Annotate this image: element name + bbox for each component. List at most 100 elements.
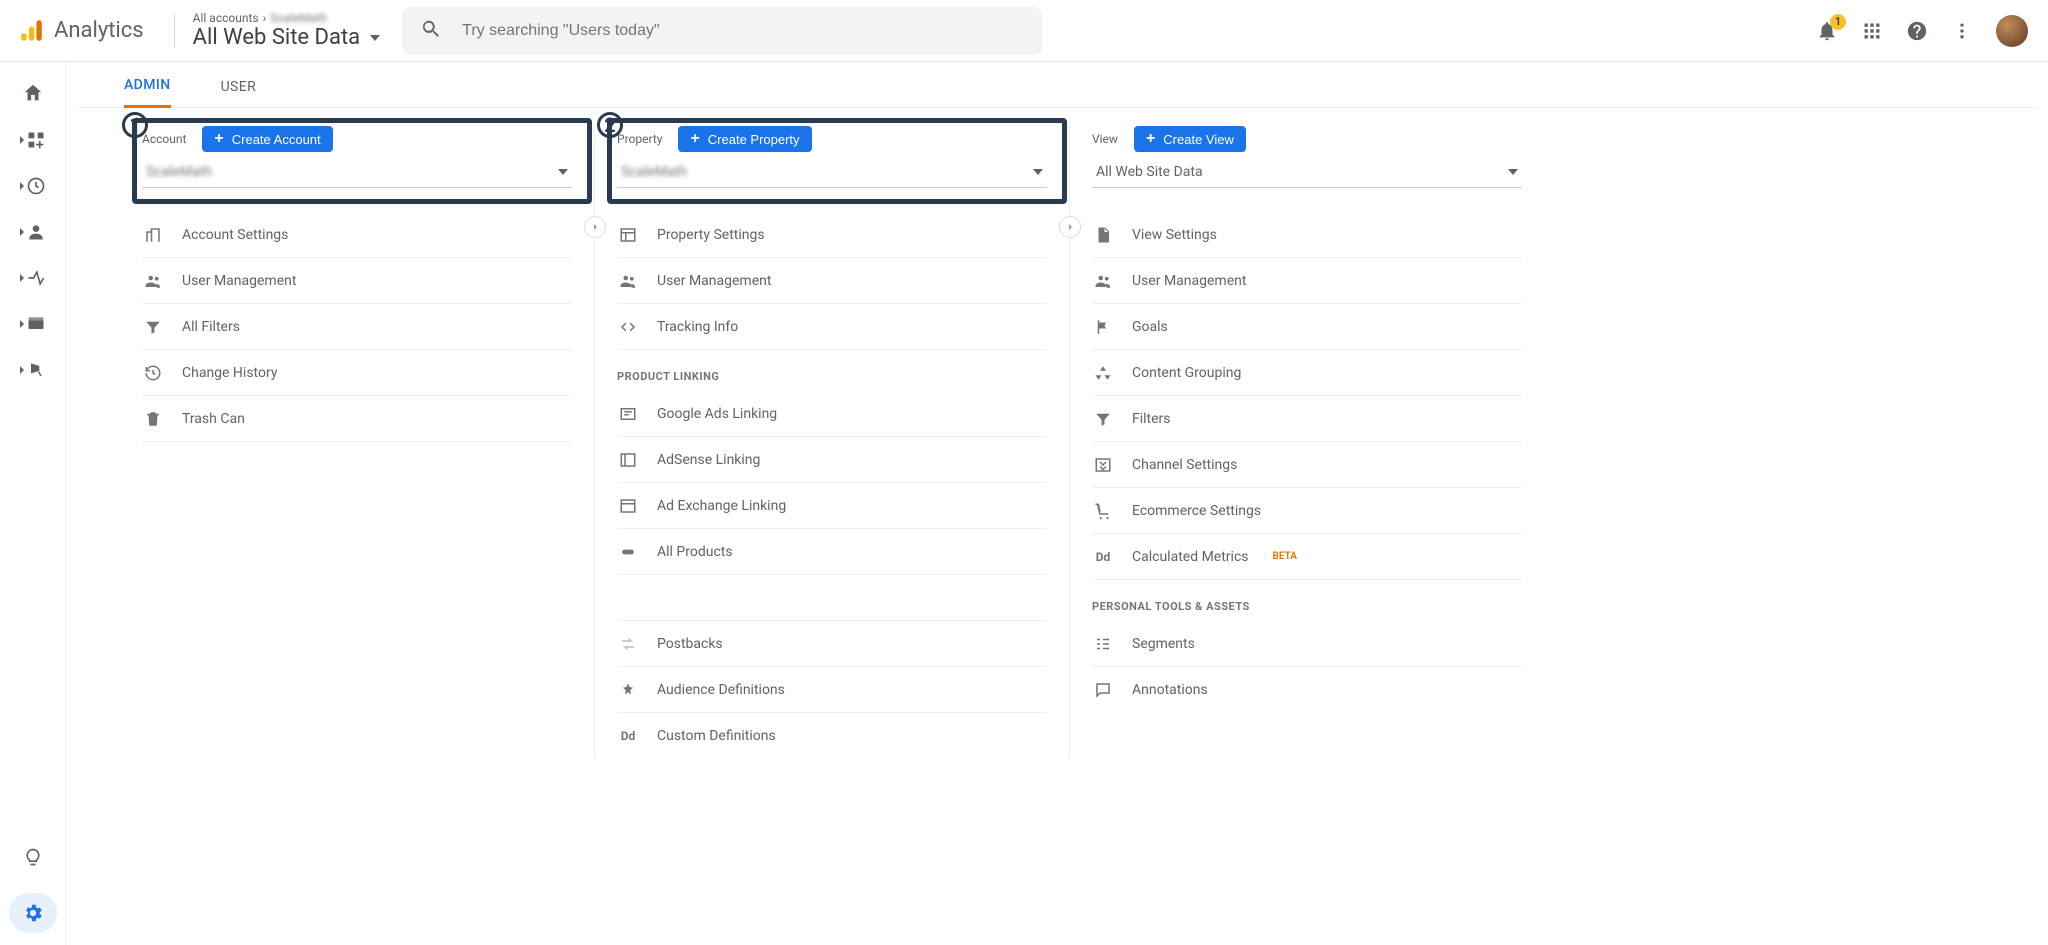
list-item-label: Change History — [182, 365, 277, 381]
list-item-label: All Products — [657, 544, 733, 560]
nav-customization[interactable] — [20, 130, 46, 150]
account-change-history[interactable]: Change History — [142, 350, 572, 396]
apps-button[interactable] — [1862, 21, 1882, 41]
search-bar[interactable] — [402, 7, 1042, 55]
adsense-linking[interactable]: AdSense Linking — [617, 437, 1047, 483]
cart-icon — [1092, 502, 1114, 520]
postbacks[interactable]: Postbacks — [617, 621, 1047, 667]
chevron-down-icon — [1508, 169, 1518, 175]
view-annotations[interactable]: Annotations — [1092, 667, 1522, 713]
transfer-right-icon[interactable] — [1059, 216, 1081, 238]
account-all-filters[interactable]: All Filters — [142, 304, 572, 350]
plus-icon: + — [690, 131, 699, 147]
blank-row — [617, 575, 1047, 621]
help-button[interactable] — [1906, 20, 1928, 42]
view-selected: All Web Site Data — [1096, 164, 1203, 180]
adexchange-icon — [617, 497, 639, 515]
view-channel-settings[interactable]: Channel Settings — [1092, 442, 1522, 488]
chevron-down-icon — [1033, 169, 1043, 175]
create-view-button[interactable]: + Create View — [1134, 126, 1246, 152]
nav-discover[interactable] — [23, 847, 43, 867]
nav-realtime[interactable] — [20, 176, 46, 196]
list-item-label: Property Settings — [657, 227, 765, 243]
list-item-label: Ad Exchange Linking — [657, 498, 786, 514]
list-item-label: Ecommerce Settings — [1132, 503, 1261, 519]
tab-user[interactable]: USER — [221, 79, 257, 107]
more-button[interactable] — [1952, 21, 1972, 41]
property-selector[interactable]: ScaleMath — [617, 156, 1047, 188]
view-user-management[interactable]: User Management — [1092, 258, 1522, 304]
list-item-label: Segments — [1132, 636, 1195, 652]
left-nav — [0, 62, 66, 945]
nav-behavior[interactable] — [20, 314, 46, 334]
avatar[interactable] — [1996, 15, 2028, 47]
view-label: View — [1092, 132, 1118, 146]
list-item-label: User Management — [1132, 273, 1246, 289]
logo-block: Analytics — [18, 18, 164, 44]
search-icon — [420, 18, 442, 44]
users-icon — [617, 272, 639, 290]
audience-definitions[interactable]: Audience Definitions — [617, 667, 1047, 713]
property-user-management[interactable]: User Management — [617, 258, 1047, 304]
users-icon — [1092, 272, 1114, 290]
nav-acquisition[interactable] — [20, 268, 46, 288]
view-calculated-metrics[interactable]: Dd Calculated Metrics BETA — [1092, 534, 1522, 580]
property-selected: ScaleMath — [621, 164, 687, 180]
property-column: Property + Create Property ScaleMath — [617, 126, 1047, 759]
notifications-button[interactable]: 1 — [1816, 20, 1838, 42]
nav-admin[interactable] — [9, 893, 57, 933]
code-icon — [617, 318, 639, 336]
create-account-button[interactable]: + Create Account — [202, 126, 332, 152]
google-ads-linking[interactable]: Google Ads Linking — [617, 391, 1047, 437]
list-item-label: Postbacks — [657, 636, 723, 652]
property-tracking-info[interactable]: Tracking Info — [617, 304, 1047, 350]
account-settings[interactable]: Account Settings — [142, 212, 572, 258]
tab-admin[interactable]: ADMIN — [124, 77, 171, 108]
beta-badge: BETA — [1273, 551, 1297, 562]
property-settings[interactable]: Property Settings — [617, 212, 1047, 258]
plus-icon: + — [1146, 131, 1155, 147]
ad-exchange-linking[interactable]: Ad Exchange Linking — [617, 483, 1047, 529]
admin-content: ADMIN USER 1 Account + Create Account — [66, 62, 2048, 945]
view-content-grouping[interactable]: Content Grouping — [1092, 350, 1522, 396]
layout-icon — [617, 226, 639, 244]
create-account-label: Create Account — [232, 132, 321, 147]
breadcrumb: All accounts › ScaleMath — [193, 11, 380, 25]
history-icon — [142, 364, 164, 382]
list-item-label: All Filters — [182, 319, 240, 335]
section-product-linking: PRODUCT LINKING — [617, 370, 1047, 383]
list-item-label: AdSense Linking — [657, 452, 760, 468]
ads-icon — [617, 405, 639, 423]
custom-definitions[interactable]: Dd Custom Definitions — [617, 713, 1047, 759]
nav-audience[interactable] — [20, 222, 46, 242]
view-settings[interactable]: View Settings — [1092, 212, 1522, 258]
list-item-label: Google Ads Linking — [657, 406, 777, 422]
adsense-icon — [617, 451, 639, 469]
trash-icon — [142, 410, 164, 428]
list-item-label: Goals — [1132, 319, 1168, 335]
account-selector[interactable]: ScaleMath — [142, 156, 572, 188]
property-label: Property — [617, 132, 662, 146]
annotation-icon — [1092, 681, 1114, 699]
postback-icon — [617, 635, 639, 653]
dd-icon: Dd — [617, 729, 639, 743]
view-segments[interactable]: Segments — [1092, 621, 1522, 667]
scope-selector[interactable]: All accounts › ScaleMath All Web Site Da… — [193, 11, 380, 50]
nav-home[interactable] — [22, 82, 44, 104]
view-filters[interactable]: Filters — [1092, 396, 1522, 442]
account-column: Account + Create Account ScaleMath — [142, 126, 572, 442]
transfer-right-icon[interactable] — [584, 216, 606, 238]
nav-conversions[interactable] — [20, 360, 46, 380]
account-trash-can[interactable]: Trash Can — [142, 396, 572, 442]
create-property-button[interactable]: + Create Property — [678, 126, 811, 152]
search-input[interactable] — [462, 22, 1024, 40]
view-ecommerce-settings[interactable]: Ecommerce Settings — [1092, 488, 1522, 534]
all-products[interactable]: All Products — [617, 529, 1047, 575]
account-user-management[interactable]: User Management — [142, 258, 572, 304]
scope-title: All Web Site Data — [193, 25, 380, 50]
audience-icon — [617, 681, 639, 699]
chevron-down-icon — [370, 35, 380, 41]
breadcrumb-sep: › — [263, 11, 267, 25]
view-selector[interactable]: All Web Site Data — [1092, 156, 1522, 188]
view-goals[interactable]: Goals — [1092, 304, 1522, 350]
